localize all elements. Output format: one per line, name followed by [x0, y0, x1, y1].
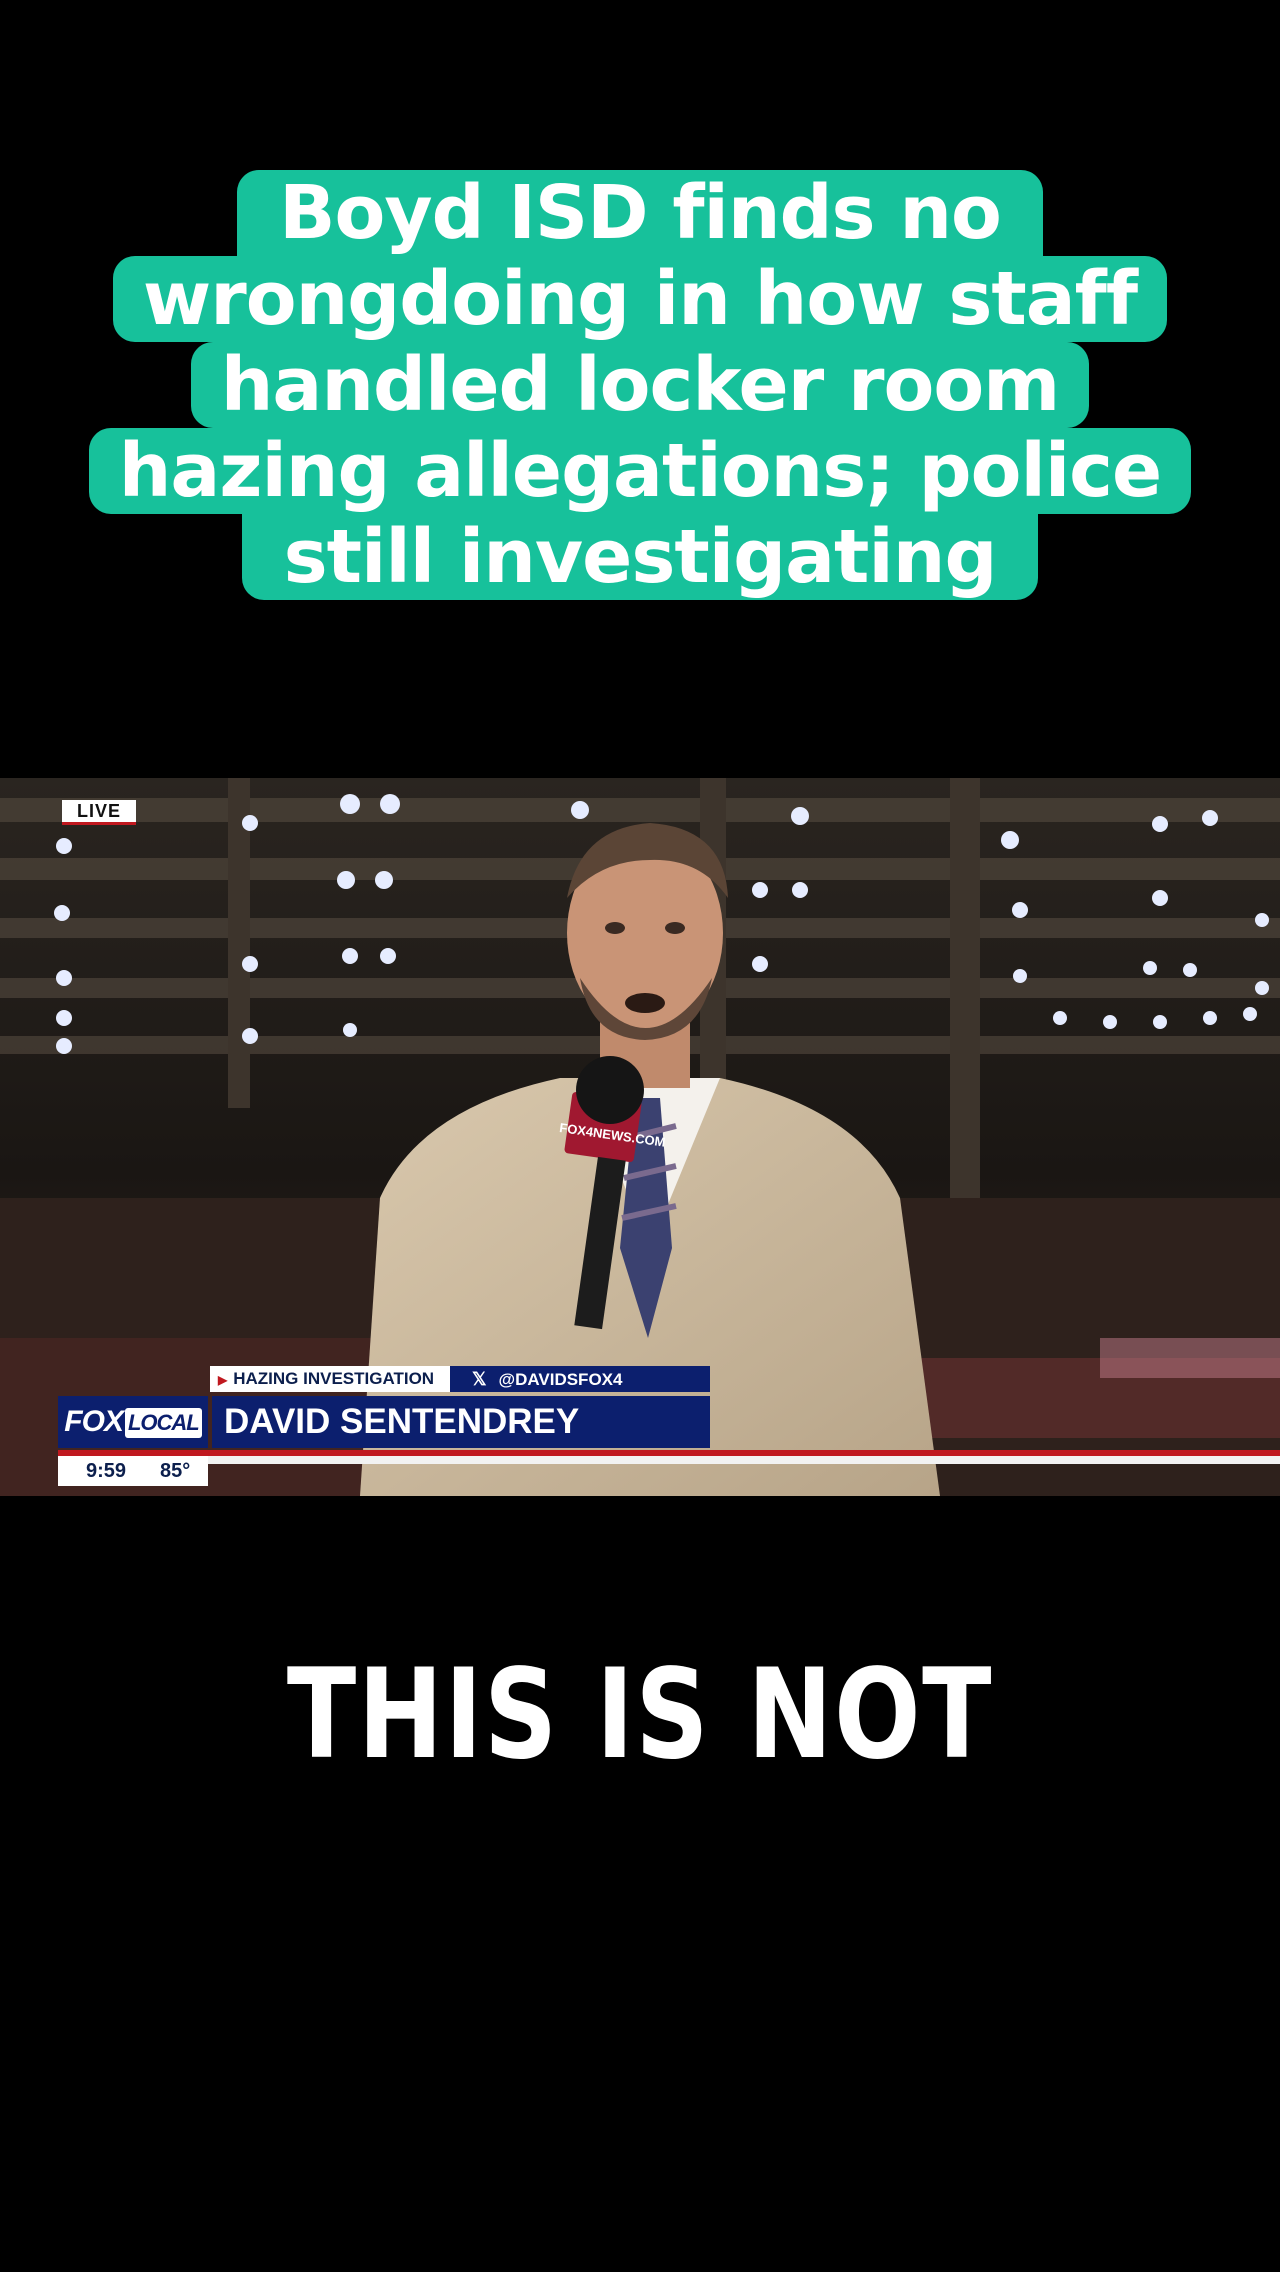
- caption-text: THIS IS NOT: [286, 1643, 994, 1787]
- topic-bar: ▶ HAZING INVESTIGATION: [210, 1366, 450, 1392]
- reporter-name: DAVID SENTENDREY: [212, 1396, 710, 1448]
- headline-line-1: Boyd ISD finds no: [237, 170, 1043, 256]
- x-icon: 𝕏: [472, 1369, 487, 1389]
- headline-overlay: Boyd ISD finds no wrongdoing in how staf…: [0, 170, 1280, 600]
- clock-time: 9:59: [86, 1460, 127, 1482]
- lower-third-white-rule: [208, 1456, 1280, 1464]
- news-video-frame[interactable]: FOX4NEWS.COM LIVE ▶ HAZING INVESTIGATION …: [0, 778, 1280, 1496]
- headline-line-3: handled locker room: [190, 342, 1090, 428]
- social-bar: 𝕏 @DAVIDSFOX4: [450, 1366, 710, 1392]
- fox-local-logo: FOX LOCAL: [58, 1396, 208, 1448]
- live-badge: LIVE: [62, 800, 136, 822]
- temperature: 85°: [160, 1460, 191, 1482]
- time-temp-box: 9:59 85°: [58, 1456, 208, 1486]
- lower-third: ▶ HAZING INVESTIGATION 𝕏 @DAVIDSFOX4 FOX LO…: [0, 1366, 1280, 1496]
- play-triangle-icon: ▶: [218, 1373, 228, 1387]
- logo-fox-text: FOX: [64, 1405, 124, 1438]
- headline-line-2: wrongdoing in how staff: [112, 256, 1168, 342]
- headline-line-4: hazing allegations; police: [88, 428, 1192, 514]
- logo-local-text: LOCAL: [124, 1408, 202, 1439]
- topic-label: HAZING INVESTIGATION: [233, 1369, 435, 1388]
- headline-line-5: still investigating: [241, 514, 1039, 600]
- social-handle: @DAVIDSFOX4: [498, 1370, 623, 1389]
